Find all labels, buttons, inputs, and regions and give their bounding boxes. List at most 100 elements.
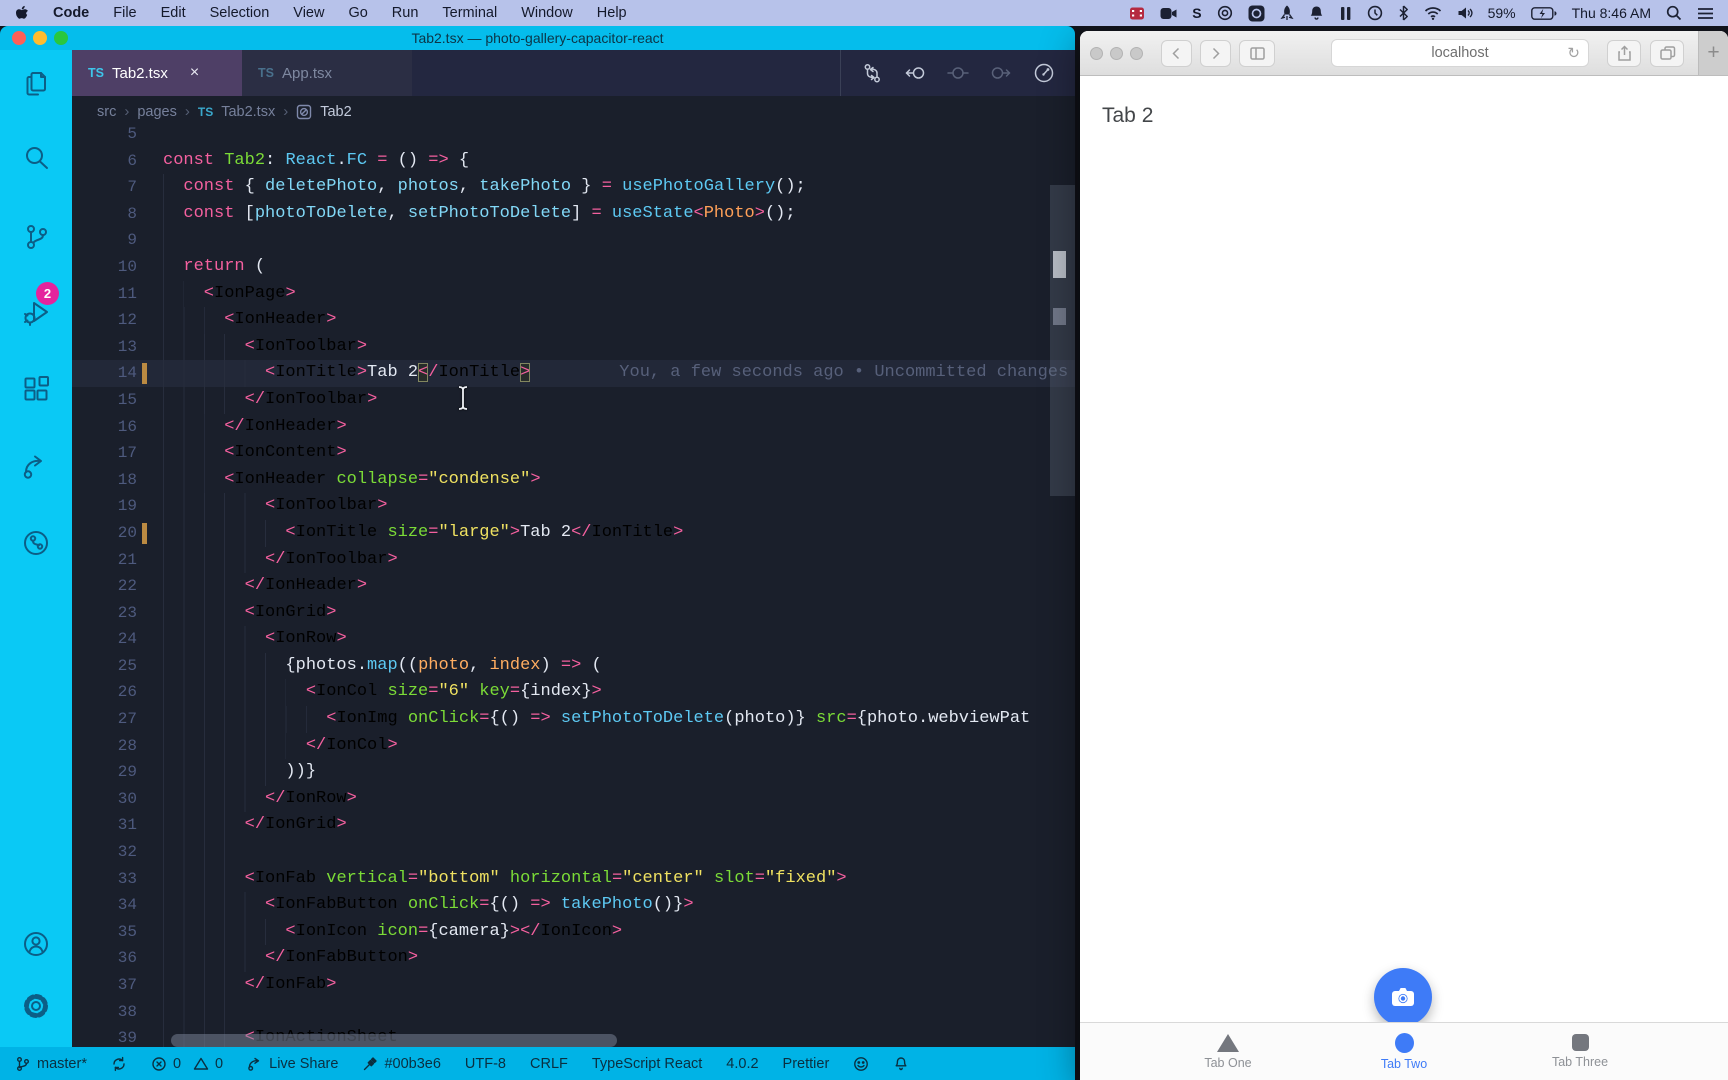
formatter-item[interactable]: Prettier <box>783 1056 830 1072</box>
tab-overview-icon[interactable] <box>1650 39 1684 67</box>
live-share-icon[interactable] <box>21 451 51 481</box>
reload-icon[interactable]: ↻ <box>1567 44 1580 62</box>
code-line-22[interactable]: 22 </IonHeader> <box>72 573 1075 600</box>
feedback-smiley-icon[interactable] <box>853 1056 869 1072</box>
film-app-icon[interactable] <box>1129 6 1145 21</box>
sync-item[interactable] <box>111 1056 127 1072</box>
code-line-11[interactable]: 11 <IonPage> <box>72 280 1075 308</box>
code-line-38[interactable]: 38 <box>72 998 1075 1026</box>
minimize-window-button[interactable] <box>1110 46 1123 60</box>
zoom-window-button[interactable] <box>54 31 68 45</box>
encoding-item[interactable]: UTF-8 <box>465 1056 506 1072</box>
notifications-bell-icon[interactable] <box>893 1056 909 1072</box>
tab-tab-three[interactable]: Tab Three <box>1492 1023 1668 1080</box>
code-line-33[interactable]: 33 <IonFab vertical="bottom" horizontal=… <box>72 865 1075 893</box>
notification-bell-icon[interactable] <box>1309 5 1324 21</box>
close-window-button[interactable] <box>1090 46 1103 60</box>
navigate-forward-icon[interactable] <box>990 62 1012 84</box>
navigate-back-icon[interactable] <box>904 62 926 84</box>
bluetooth-icon[interactable] <box>1398 5 1409 21</box>
source-control-icon[interactable] <box>21 222 51 252</box>
search-icon[interactable] <box>21 143 51 173</box>
code-line-6[interactable]: 6 const Tab2: React.FC = () => { <box>72 148 1075 175</box>
eol-item[interactable]: CRLF <box>530 1056 568 1072</box>
volume-icon[interactable] <box>1457 6 1473 20</box>
code-line-7[interactable]: 7 const { deletePhoto, photos, takePhoto… <box>72 174 1075 201</box>
editor-scrollbar-vertical[interactable] <box>1050 185 1075 496</box>
code-line-35[interactable]: 35 <IonIcon icon={camera}></IonIcon> <box>72 918 1075 946</box>
code-line-36[interactable]: 36 </IonFabButton> <box>72 945 1075 972</box>
control-center-icon[interactable] <box>1697 7 1714 20</box>
code-line-15[interactable]: 15 </IonToolbar> <box>72 386 1075 414</box>
code-line-27[interactable]: 27 <IonImg onClick={() => setPhotoToDele… <box>72 706 1075 733</box>
pause-bars-icon[interactable] <box>1339 6 1352 21</box>
code-line-37[interactable]: 37 </IonFab> <box>72 972 1075 999</box>
run-file-icon[interactable] <box>1033 62 1055 84</box>
apple-icon[interactable] <box>14 5 29 22</box>
gitlens-icon[interactable] <box>21 528 51 558</box>
menu-item-view[interactable]: View <box>293 5 324 21</box>
menu-item-selection[interactable]: Selection <box>210 5 270 21</box>
menu-item-app[interactable]: Code <box>53 5 89 21</box>
minimize-window-button[interactable] <box>33 31 47 45</box>
breadcrumb-pages[interactable]: pages <box>137 104 177 120</box>
settings-gear-icon[interactable] <box>21 991 51 1021</box>
ts-version-item[interactable]: 4.0.2 <box>726 1056 758 1072</box>
code-line-10[interactable]: 10 return ( <box>72 253 1075 281</box>
navigate-previous-icon[interactable] <box>947 62 969 84</box>
menu-item-help[interactable]: Help <box>597 5 627 21</box>
problems-item[interactable]: 0 0 <box>151 1056 223 1072</box>
compass-icon[interactable] <box>1367 5 1383 21</box>
close-window-button[interactable] <box>12 31 26 45</box>
code-editor[interactable]: 5 6 const Tab2: React.FC = () => {7 const … <box>72 127 1075 1047</box>
code-line-29[interactable]: 29 ))} <box>72 759 1075 786</box>
code-line-17[interactable]: 17 <IonContent> <box>72 440 1075 467</box>
code-line-23[interactable]: 23 <IonGrid> <box>72 599 1075 627</box>
code-line-19[interactable]: 19 <IonToolbar> <box>72 493 1075 520</box>
menu-item-edit[interactable]: Edit <box>161 5 186 21</box>
code-line-24[interactable]: 24 <IonRow> <box>72 626 1075 653</box>
sidebar-toggle-icon[interactable] <box>1239 39 1275 67</box>
menu-item-go[interactable]: Go <box>348 5 367 21</box>
breadcrumb-src[interactable]: src <box>97 104 116 120</box>
code-line-16[interactable]: 16 </IonHeader> <box>72 413 1075 441</box>
code-line-25[interactable]: 25 {photos.map((photo, index) => ( <box>72 652 1075 680</box>
code-line-12[interactable]: 12 <IonHeader> <box>72 307 1075 334</box>
code-line-8[interactable]: 8 const [photoToDelete, setPhotoToDelete… <box>72 200 1075 228</box>
wifi-icon[interactable] <box>1424 6 1442 20</box>
code-line-9[interactable]: 9 <box>72 227 1075 254</box>
git-branch-item[interactable]: master* <box>15 1056 87 1072</box>
code-line-26[interactable]: 26 <IonCol size="6" key={index}> <box>72 679 1075 707</box>
menu-item-terminal[interactable]: Terminal <box>442 5 497 21</box>
camera-fab-button[interactable] <box>1374 968 1432 1026</box>
explorer-icon[interactable] <box>21 68 51 98</box>
video-camera-icon[interactable] <box>1160 7 1177 20</box>
code-line-32[interactable]: 32 <box>72 839 1075 866</box>
editor-tab-App.tsx[interactable]: TS App.tsx <box>242 50 412 96</box>
code-line-31[interactable]: 31 </IonGrid> <box>72 812 1075 840</box>
rocket-icon[interactable] <box>1279 5 1294 21</box>
screen-record-icon[interactable] <box>1248 5 1265 22</box>
menu-item-window[interactable]: Window <box>521 5 573 21</box>
address-bar[interactable]: localhost ↻ <box>1331 39 1589 67</box>
language-mode-item[interactable]: TypeScript React <box>592 1056 702 1072</box>
menu-item-run[interactable]: Run <box>392 5 419 21</box>
code-line-34[interactable]: 34 <IonFabButton onClick={() => takePhot… <box>72 892 1075 919</box>
share-icon[interactable] <box>1607 39 1641 67</box>
code-line-30[interactable]: 30 </IonRow> <box>72 785 1075 813</box>
s-app-icon[interactable]: S <box>1192 5 1201 21</box>
tab-tab-one[interactable]: Tab One <box>1140 1023 1316 1080</box>
code-line-5[interactable]: 5 <box>72 127 1075 148</box>
peacock-color-item[interactable]: #00b3e6 <box>362 1056 441 1072</box>
target-icon[interactable] <box>1217 5 1233 21</box>
code-line-20[interactable]: 20 <IonTitle size="large">Tab 2</IonTitl… <box>72 519 1075 547</box>
open-changes-icon[interactable] <box>861 62 883 84</box>
back-button[interactable] <box>1161 39 1192 67</box>
code-line-13[interactable]: 13 <IonToolbar> <box>72 333 1075 361</box>
vscode-title-bar[interactable]: Tab2.tsx — photo-gallery-capacitor-react <box>0 26 1075 50</box>
code-line-21[interactable]: 21 </IonToolbar> <box>72 546 1075 574</box>
breadcrumb-symbol[interactable]: Tab2 <box>320 104 351 120</box>
tab-tab-two[interactable]: Tab Two <box>1316 1023 1492 1080</box>
code-line-14[interactable]: 14 <IonTitle>Tab 2</IonTitle> You, a few … <box>72 360 1075 387</box>
new-tab-button[interactable]: + <box>1698 31 1728 75</box>
